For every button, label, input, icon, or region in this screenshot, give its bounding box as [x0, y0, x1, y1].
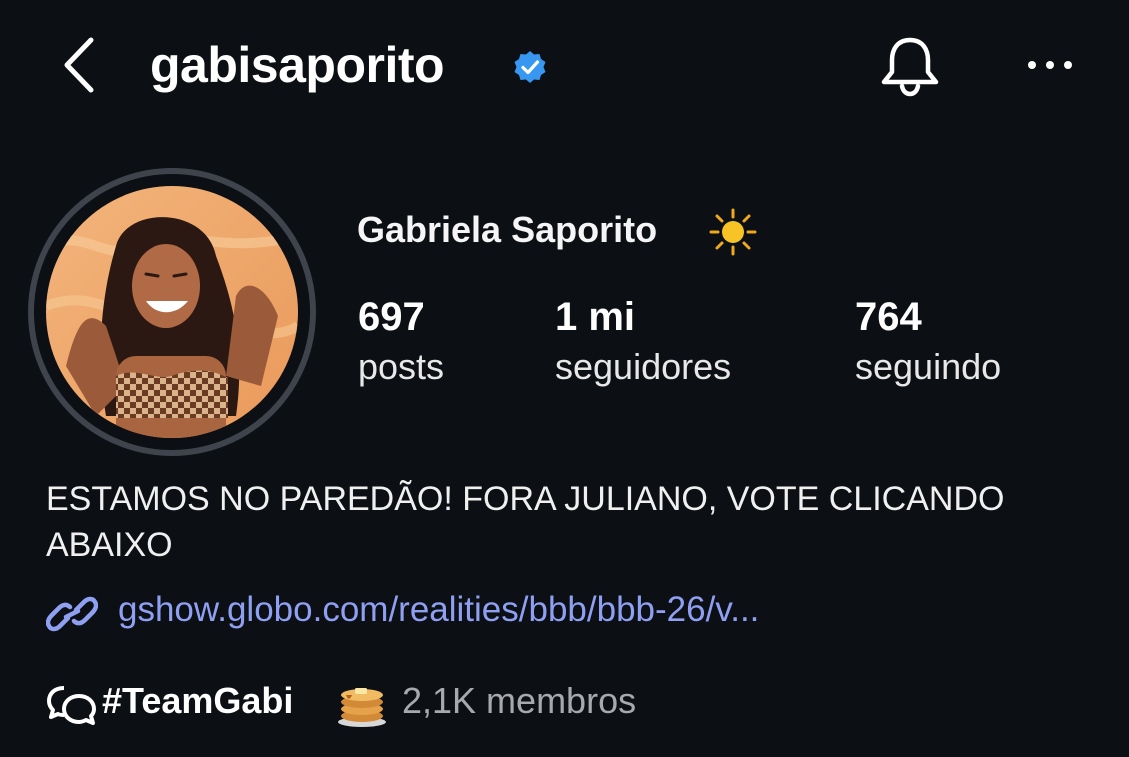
back-button[interactable]: [55, 30, 105, 100]
ellipsis-icon: [1028, 61, 1072, 69]
profile-display-name: Gabriela Saporito: [357, 209, 658, 250]
stat-following[interactable]: 764 seguindo: [855, 292, 1001, 390]
stat-label: seguidores: [555, 346, 732, 387]
profile-avatar[interactable]: [46, 186, 298, 438]
notifications-button[interactable]: [876, 34, 944, 98]
channel-name: #TeamGabi: [102, 680, 294, 721]
channel-members-count: 2,1K membros: [402, 680, 637, 721]
stat-posts: 697 posts: [358, 292, 444, 390]
sun-emoji: [709, 208, 757, 256]
link-url: gshow.globo.com/realities/bbb/bbb-26/v..…: [118, 590, 760, 629]
stat-followers[interactable]: 1 mi seguidores: [555, 292, 731, 390]
stat-value: 764: [855, 295, 922, 339]
pancakes-emoji: [338, 688, 386, 727]
verified-badge-icon: [514, 51, 546, 83]
profile-photo: [46, 186, 298, 438]
top-bar: gabisaporito: [0, 0, 1129, 130]
stat-label: seguindo: [855, 346, 1002, 387]
bell-icon: [881, 37, 939, 97]
link-icon: [46, 596, 98, 632]
stat-value: 697: [358, 295, 425, 339]
stat-value: 1 mi: [555, 295, 636, 339]
chevron-left-icon: [64, 37, 94, 93]
profile-username: gabisaporito: [150, 37, 445, 93]
stat-label: posts: [358, 346, 445, 387]
more-options-button[interactable]: [1024, 50, 1076, 80]
profile-bio: ESTAMOS NO PAREDÃO! FORA JULIANO, VOTE C…: [46, 480, 1005, 564]
chat-bubbles-icon: [47, 686, 96, 725]
